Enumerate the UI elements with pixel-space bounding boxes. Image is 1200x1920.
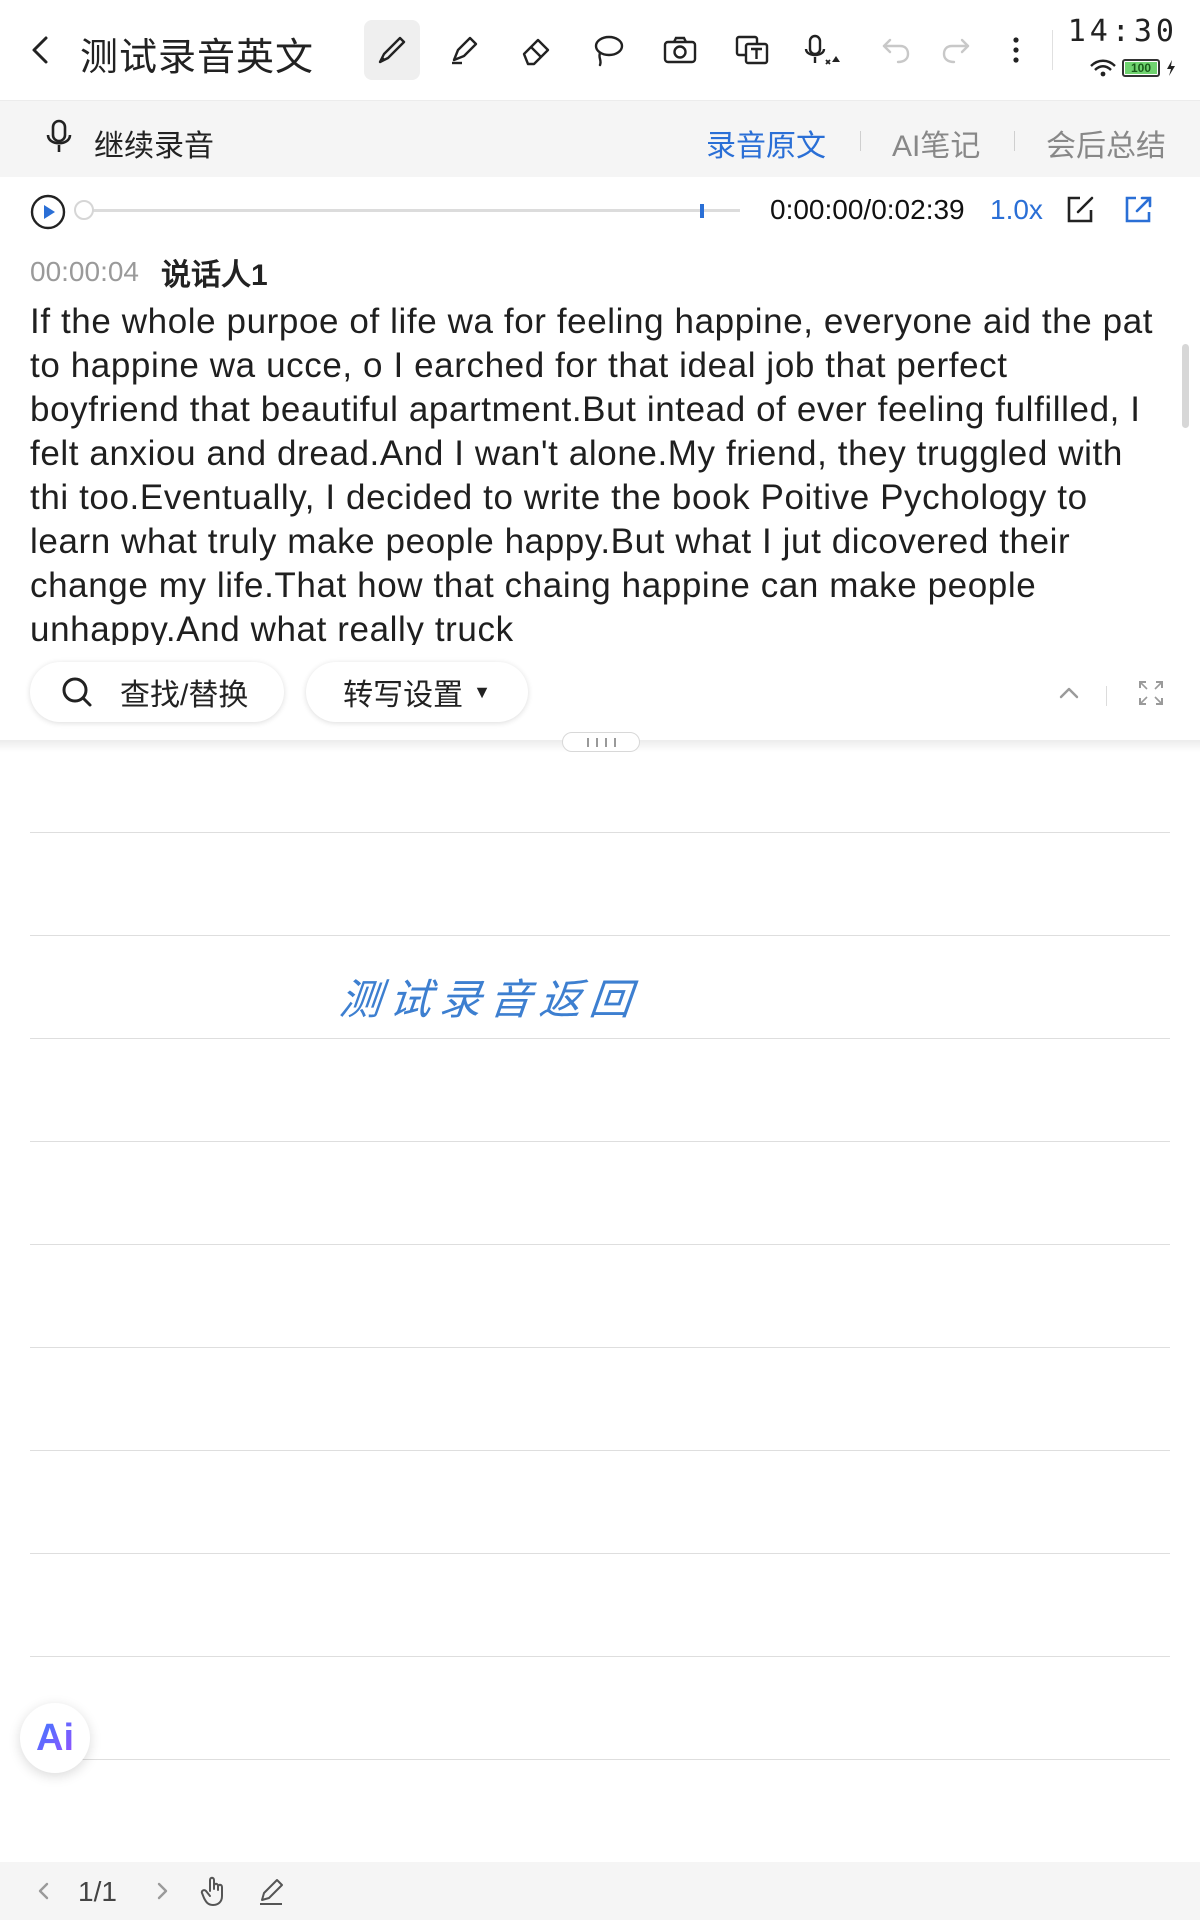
fullscreen-icon (1139, 681, 1163, 705)
page-navigation-bar: 1/1 (0, 1862, 1200, 1920)
tab-ai-notes[interactable]: AI笔记 (892, 121, 980, 165)
note-ruled-line (30, 1244, 1170, 1245)
note-ruled-line (30, 1656, 1170, 1657)
brush-icon (378, 36, 406, 64)
pen-icon (260, 1879, 283, 1905)
status-clock: 14:30 (1067, 14, 1178, 49)
note-ruled-line (30, 1759, 1170, 1760)
progress-handle[interactable] (74, 200, 94, 220)
note-ruled-line (30, 1038, 1170, 1039)
fullscreen-button[interactable] (1136, 678, 1166, 708)
find-replace-button[interactable]: 查找/替换 (30, 662, 284, 722)
transcript-toolrow: 查找/替换 转写设置 ▼ (0, 648, 1200, 740)
lasso-tool-button[interactable] (580, 20, 636, 80)
note-ruled-line (30, 1347, 1170, 1348)
audio-player: 0:00:00/0:02:39 1.0x (0, 178, 1200, 248)
hand-icon (200, 1876, 223, 1906)
chevron-up-icon (1059, 687, 1079, 699)
microphone-icon (46, 119, 72, 152)
page-indicator: 1/1 (78, 1876, 117, 1907)
play-icon (30, 194, 66, 230)
eraser-tool-button[interactable] (508, 20, 564, 80)
back-arrow-icon (32, 36, 48, 64)
handwritten-note[interactable]: 测试录音返回 (337, 966, 643, 1027)
playback-speed-button[interactable]: 1.0x (990, 194, 1043, 226)
export-icon (1125, 196, 1152, 223)
more-icon (1013, 37, 1019, 63)
progress-marker (700, 204, 704, 218)
highlighter-tool-button[interactable] (436, 20, 492, 80)
eraser-icon (522, 38, 550, 66)
status-icons: 100 (1088, 58, 1178, 78)
toolrow-separator (1106, 686, 1107, 706)
mic-settings-icon (804, 34, 840, 65)
chevron-left-icon (38, 1882, 49, 1900)
lasso-icon (594, 35, 624, 67)
redo-button[interactable] (928, 20, 984, 80)
top-toolbar: 测试录音英文 14:30 100 (0, 0, 1200, 101)
playback-time: 0:00:00/0:02:39 (770, 194, 965, 225)
next-page-button[interactable] (152, 1878, 172, 1904)
edit-icon (1067, 196, 1094, 223)
note-ruled-line (30, 1141, 1170, 1142)
resize-handle[interactable] (562, 732, 640, 752)
hand-tool-button[interactable] (200, 1874, 230, 1908)
entry-timestamp[interactable]: 00:00:04 (30, 256, 139, 288)
text-recognize-button[interactable] (724, 20, 780, 80)
progress-bar[interactable] (80, 209, 740, 212)
brush-tool-button[interactable] (364, 20, 420, 80)
battery-level: 100 (1130, 61, 1152, 75)
note-ruled-line (30, 1450, 1170, 1451)
undo-icon (882, 38, 910, 64)
continue-recording-button[interactable] (44, 117, 74, 157)
play-button[interactable] (30, 194, 66, 230)
tab-separator (860, 131, 861, 151)
transcription-settings-label: 转写设置 (343, 679, 464, 712)
wifi-icon (1090, 59, 1116, 77)
pen-tool-button[interactable] (256, 1876, 286, 1906)
transcript-panel[interactable]: 00:00:04 说话人1 If the whole purpoe of lif… (30, 250, 1160, 645)
transcription-settings-dropdown[interactable]: 转写设置 ▼ (306, 662, 528, 722)
chevron-right-icon (157, 1882, 168, 1900)
transcript-text[interactable]: If the whole purpoe of life wa for feeli… (30, 300, 1160, 645)
note-ruled-line (30, 832, 1170, 833)
redo-icon (942, 38, 970, 64)
status-bar: 14:30 100 (1058, 14, 1178, 86)
battery-indicator: 100 (1122, 59, 1160, 77)
export-button[interactable] (1122, 194, 1154, 226)
note-ruled-line (30, 1553, 1170, 1554)
text-recognize-icon (735, 35, 769, 65)
camera-icon (663, 36, 697, 64)
edit-transcript-button[interactable] (1064, 194, 1096, 226)
undo-button[interactable] (868, 20, 924, 80)
camera-tool-button[interactable] (652, 20, 708, 80)
transcript-scrollbar[interactable] (1182, 344, 1189, 428)
collapse-panel-button[interactable] (1054, 678, 1084, 708)
ai-assistant-button[interactable]: Ai (20, 1703, 90, 1773)
recording-subbar: 继续录音 录音原文 AI笔记 会后总结 (0, 101, 1200, 177)
back-button[interactable] (22, 28, 62, 72)
charging-icon (1167, 60, 1175, 76)
continue-recording-label[interactable]: 继续录音 (94, 121, 214, 165)
previous-page-button[interactable] (34, 1878, 54, 1904)
transcript-entry-header: 00:00:04 说话人1 (30, 250, 1160, 294)
find-replace-label: 查找/替换 (120, 679, 249, 712)
highlighter-icon (452, 36, 478, 65)
tab-separator (1014, 131, 1015, 151)
more-button[interactable] (988, 20, 1044, 80)
mic-settings-button[interactable] (796, 20, 852, 80)
caret-down-icon: ▼ (473, 681, 491, 702)
note-ruled-line (30, 935, 1170, 936)
ai-label: Ai (36, 1716, 74, 1759)
toolbar-divider (1052, 30, 1053, 70)
page-title: 测试录音英文 (80, 37, 315, 79)
speaker-label[interactable]: 说话人1 (161, 250, 268, 294)
tab-meeting-summary[interactable]: 会后总结 (1046, 121, 1166, 165)
search-icon (62, 677, 92, 707)
tab-original-transcript[interactable]: 录音原文 (706, 121, 826, 165)
